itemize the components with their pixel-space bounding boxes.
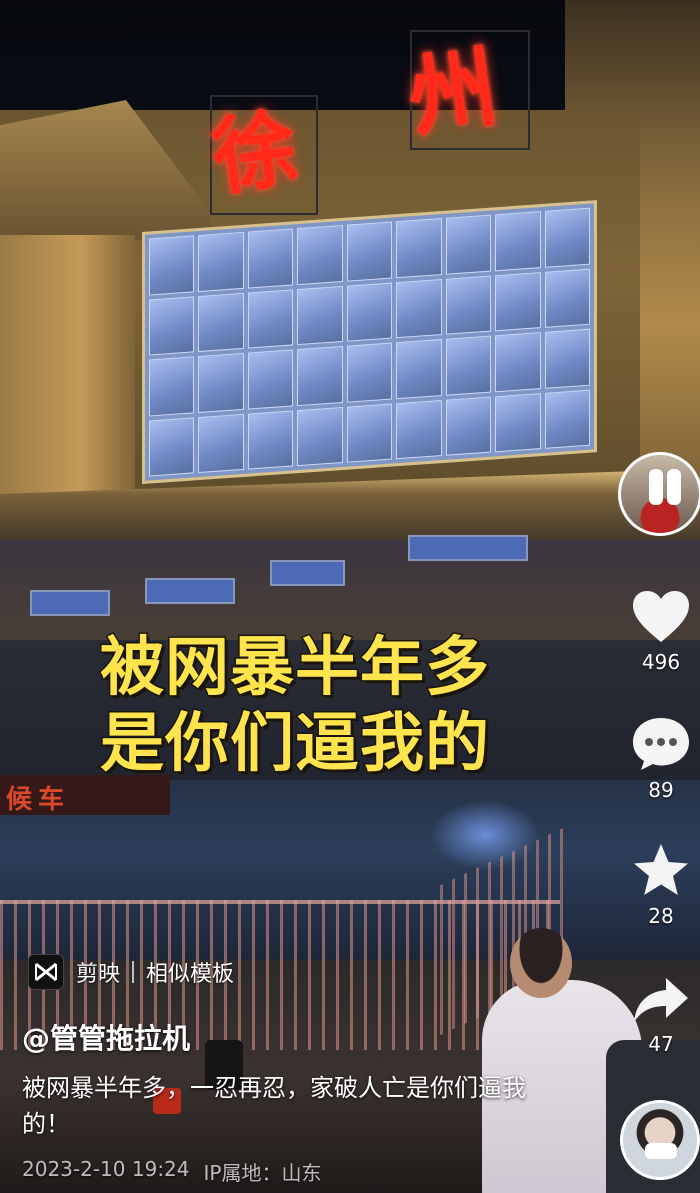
avatar-figure	[667, 469, 681, 505]
share-button[interactable]: 47	[622, 976, 700, 1056]
comment-bubble-icon	[633, 718, 689, 770]
comment-count: 89	[648, 778, 674, 802]
caption-line: 被网暴半年多	[99, 630, 491, 707]
post-date: 2023-2-10 19:24	[22, 1157, 190, 1181]
similar-template-link[interactable]: 相似模板	[146, 956, 234, 988]
author-username[interactable]: @管管拖拉机	[22, 1017, 190, 1057]
video-meta: 2023-2-10 19:24 IP属地：山东	[22, 1157, 321, 1186]
video-caption: 被网暴半年多 是你们逼我的	[99, 630, 640, 783]
neon-sign-char: 徐	[206, 97, 304, 208]
station-window	[408, 535, 528, 561]
share-count: 47	[648, 1032, 674, 1056]
author-avatar[interactable]	[618, 452, 700, 536]
station-window	[145, 578, 235, 604]
avatar-mask	[645, 1143, 677, 1159]
favorite-count: 28	[648, 904, 674, 928]
capcut-icon	[28, 954, 64, 990]
station-column	[0, 235, 135, 525]
divider	[132, 961, 135, 983]
station-window	[30, 590, 110, 616]
ip-location: IP属地：山东	[203, 1161, 322, 1185]
favorite-button[interactable]: 28	[622, 842, 700, 928]
template-row[interactable]: 剪映 相似模板	[28, 954, 234, 990]
video-description: 被网暴半年多，一忍再忍，家破人亡是你们逼我的！	[22, 1074, 526, 1138]
star-icon	[634, 844, 688, 895]
like-count: 496	[641, 650, 681, 674]
avatar-figure	[649, 469, 663, 505]
video-player[interactable]: 徐 州 候车 被网暴半年多 是你们逼我的 496 89 28 47 剪映 相似模…	[0, 0, 700, 1193]
station-window	[270, 560, 345, 586]
template-app-label: 剪映	[76, 962, 121, 987]
comment-button[interactable]: 89	[622, 716, 700, 802]
caption-line: 是你们逼我的	[99, 706, 491, 783]
station-glass-wall	[142, 200, 597, 485]
video-frame: 徐 州 候车	[0, 0, 700, 1193]
heart-icon	[633, 591, 689, 642]
neon-sign-char: 州	[402, 34, 504, 150]
like-button[interactable]: 496	[622, 590, 700, 674]
share-arrow-icon	[634, 978, 688, 1022]
music-avatar[interactable]	[620, 1100, 700, 1180]
person-head	[510, 928, 572, 998]
